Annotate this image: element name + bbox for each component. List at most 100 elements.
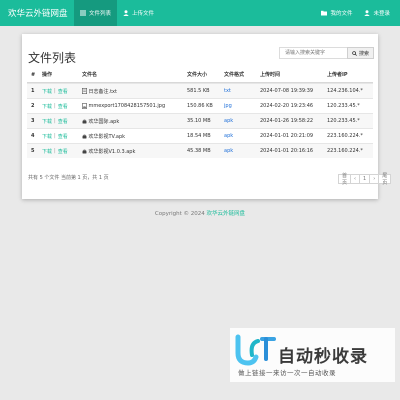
upload-time: 2024-01-01 20:21:09 [260, 133, 314, 139]
list-icon [80, 10, 86, 16]
file-name: 欢华影视TV.apk [82, 129, 125, 143]
row-number: 1 [31, 88, 35, 94]
view-link[interactable]: 查看 [58, 148, 68, 155]
upload-time: 2024-02-20 19:23:46 [260, 103, 314, 109]
nav-login[interactable]: 未登录 [358, 0, 396, 26]
text-file-icon [82, 88, 87, 94]
row-actions: 下载 | 查看 [42, 114, 68, 128]
view-link[interactable]: 查看 [58, 88, 68, 95]
upload-time: 2024-07-08 19:39:39 [260, 88, 314, 94]
download-link[interactable]: 下载 [42, 133, 52, 140]
file-name-text[interactable]: mmexport1708428157501.jpg [89, 103, 166, 109]
file-format: apk [224, 148, 234, 154]
view-link[interactable]: 查看 [58, 103, 68, 110]
table-row: 4 下载 | 查看 欢华影视TV.apk 18.54 MB apk 2024-01-… [27, 128, 373, 143]
row-number: 5 [31, 148, 35, 154]
col-header-time: 上传时间 [260, 72, 281, 78]
row-number: 3 [31, 118, 35, 124]
upload-time: 2024-01-01 20:16:16 [260, 148, 314, 154]
file-name-text[interactable]: 欢华影视TV.apk [89, 133, 126, 140]
upload-time: 2024-01-26 19:58:22 [260, 118, 314, 124]
uploader-ip: 120.233.45.* [327, 118, 360, 124]
search-icon [352, 50, 357, 56]
pagination: 首页 ‹ 1 › 尾页 [338, 173, 392, 186]
watermark-title: 自动秒收录 [278, 347, 368, 367]
row-actions: 下载 | 查看 [42, 99, 68, 113]
android-icon [82, 119, 87, 124]
android-icon [82, 134, 87, 139]
nav-upload-label: 上传文件 [132, 11, 155, 17]
action-separator: | [54, 148, 56, 154]
download-link[interactable]: 下载 [42, 103, 52, 110]
file-size: 150.86 KB [187, 103, 213, 109]
watermark-subtitle: 做上链接一来访一次一自动收录 [238, 369, 336, 377]
action-separator: | [54, 88, 56, 94]
last-page-button[interactable]: 尾页 [378, 173, 392, 186]
nav-upload[interactable]: 上传文件 [117, 0, 160, 26]
file-size: 45.38 MB [187, 148, 211, 154]
search-button[interactable]: 搜索 [347, 47, 374, 59]
table-header-row: # 操作 文件名 文件大小 文件格式 上传时间 上传者IP [27, 67, 373, 83]
file-name: 日志备注.txt [82, 84, 117, 98]
col-header-format: 文件格式 [224, 72, 245, 78]
android-icon [82, 149, 87, 154]
site-brand[interactable]: 欢华云外链网盘 [8, 7, 74, 19]
search-button-label: 搜索 [358, 50, 369, 57]
pagination-summary: 共有 5 个文件 当前第 1 页，共 1 页 [28, 175, 109, 181]
user-icon [364, 10, 371, 16]
file-format: apk [224, 118, 234, 124]
file-size: 35.10 MB [187, 118, 211, 124]
copyright-text: Copyright © 2024 [154, 211, 205, 217]
watermark: 自动秒收录 做上链接一来访一次一自动收录 [230, 328, 395, 382]
image-file-icon [82, 103, 87, 109]
download-link[interactable]: 下载 [42, 88, 52, 95]
table-row: 2 下载 | 查看 mmexport1708428157501.jpg 150.86… [27, 98, 373, 113]
nav-my-files[interactable]: 我的文件 [315, 0, 358, 26]
col-header-num: # [31, 71, 36, 78]
uploader-ip: 120.233.45.* [327, 103, 360, 109]
table-row: 5 下载 | 查看 欢华影视V1.0.3.apk 45.38 MB apk 2024… [27, 143, 373, 158]
file-name-text[interactable]: 欢华国际.apk [89, 118, 120, 125]
footer: Copyright © 2024 欢华云外链网盘 [0, 209, 400, 217]
table-row: 3 下载 | 查看 欢华国际.apk 35.10 MB apk 2024-01-26… [27, 113, 373, 128]
footer-site-link[interactable]: 欢华云外链网盘 [207, 211, 246, 217]
file-name: 欢华国际.apk [82, 114, 119, 128]
top-navbar: 欢华云外链网盘 文件列表 上传文件 我的文件 未登录 [0, 0, 400, 26]
action-separator: | [54, 103, 56, 109]
col-header-ip: 上传者IP [327, 72, 348, 78]
file-size: 18.54 MB [187, 133, 211, 139]
file-name-text[interactable]: 欢华影视V1.0.3.apk [89, 148, 136, 155]
row-number: 4 [31, 133, 35, 139]
file-format: txt [224, 88, 231, 94]
col-header-name: 文件名 [82, 72, 98, 78]
uploader-ip: 223.160.224.* [327, 148, 363, 154]
col-header-action: 操作 [42, 72, 53, 78]
row-actions: 下载 | 查看 [42, 144, 68, 158]
nav-my-files-label: 我的文件 [330, 11, 353, 17]
watermark-logo-icon [235, 334, 276, 366]
table-row: 1 下载 | 查看 日志备注.txt 581.5 KB txt 2024-07-08… [27, 83, 373, 98]
nav-file-list-label: 文件列表 [89, 11, 112, 17]
uploader-ip: 124.236.104.* [327, 88, 363, 94]
col-header-size: 文件大小 [187, 72, 208, 78]
nav-file-list[interactable]: 文件列表 [74, 0, 118, 26]
view-link[interactable]: 查看 [58, 118, 68, 125]
folder-icon [321, 10, 328, 16]
view-link[interactable]: 查看 [58, 133, 68, 140]
download-link[interactable]: 下载 [42, 148, 52, 155]
nav-login-label: 未登录 [373, 11, 390, 17]
row-number: 2 [31, 103, 35, 109]
download-link[interactable]: 下载 [42, 118, 52, 125]
file-list-panel: 文件列表 搜索 # 操作 文件名 文件大小 文件格式 上传时间 上传者IP 1 … [22, 34, 392, 199]
file-format: apk [224, 133, 234, 139]
file-format: jpg [224, 103, 232, 109]
file-table: # 操作 文件名 文件大小 文件格式 上传时间 上传者IP 1 下载 | 查看 日志… [27, 67, 373, 158]
uploader-ip: 223.160.224.* [327, 133, 363, 139]
row-actions: 下载 | 查看 [42, 84, 68, 98]
file-name: 欢华影视V1.0.3.apk [82, 144, 135, 158]
file-size: 581.5 KB [187, 88, 210, 94]
row-actions: 下载 | 查看 [42, 129, 68, 143]
file-name: mmexport1708428157501.jpg [82, 99, 165, 113]
file-name-text[interactable]: 日志备注.txt [89, 88, 117, 95]
page-title: 文件列表 [28, 51, 77, 65]
